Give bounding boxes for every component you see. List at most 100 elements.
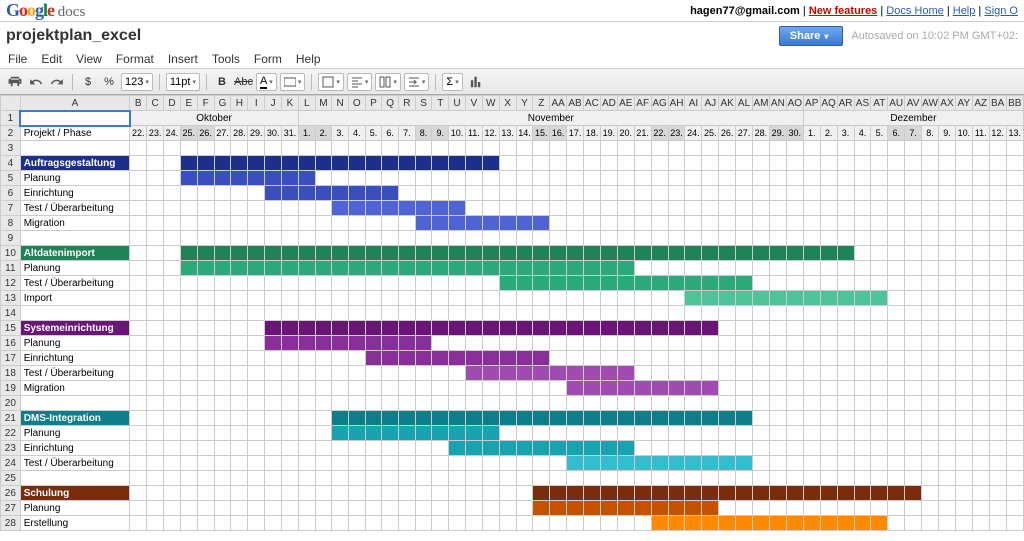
cell[interactable] <box>955 216 972 231</box>
cell[interactable] <box>147 186 164 201</box>
cell[interactable] <box>465 201 482 216</box>
cell[interactable] <box>432 336 449 351</box>
cell[interactable] <box>837 426 854 441</box>
cell[interactable] <box>905 141 922 156</box>
cell[interactable] <box>1006 141 1023 156</box>
cell[interactable] <box>550 186 567 201</box>
cell[interactable] <box>651 201 668 216</box>
cell[interactable] <box>315 441 332 456</box>
cell[interactable] <box>989 171 1006 186</box>
cell[interactable] <box>820 306 837 321</box>
cell[interactable] <box>1006 261 1023 276</box>
cell[interactable] <box>348 351 365 366</box>
cell[interactable] <box>769 396 786 411</box>
cell[interactable] <box>231 351 248 366</box>
cell[interactable] <box>465 216 482 231</box>
cell[interactable] <box>905 501 922 516</box>
cell[interactable] <box>922 471 939 486</box>
cell[interactable] <box>449 366 466 381</box>
cell[interactable] <box>449 186 466 201</box>
row-header[interactable]: 5 <box>1 171 21 186</box>
cell[interactable] <box>719 441 736 456</box>
cell[interactable] <box>651 246 668 261</box>
cell[interactable] <box>432 366 449 381</box>
cell[interactable] <box>365 306 382 321</box>
cell[interactable] <box>315 456 332 471</box>
cell[interactable] <box>922 156 939 171</box>
cell[interactable] <box>432 246 449 261</box>
cell[interactable] <box>298 456 315 471</box>
col-header[interactable]: Q <box>382 96 399 111</box>
cell[interactable] <box>248 306 265 321</box>
cell[interactable] <box>668 201 685 216</box>
cell[interactable] <box>550 441 567 456</box>
cell[interactable] <box>719 381 736 396</box>
cell[interactable] <box>465 471 482 486</box>
cell[interactable] <box>651 396 668 411</box>
cell[interactable] <box>820 396 837 411</box>
cell[interactable] <box>214 276 231 291</box>
cell[interactable] <box>752 171 769 186</box>
cell[interactable] <box>820 216 837 231</box>
cell[interactable] <box>685 321 702 336</box>
cell[interactable] <box>332 261 349 276</box>
cell[interactable] <box>685 171 702 186</box>
cell[interactable] <box>600 516 617 531</box>
cell[interactable] <box>820 471 837 486</box>
col-header[interactable]: P <box>365 96 382 111</box>
col-header[interactable]: E <box>180 96 197 111</box>
cell[interactable] <box>972 396 989 411</box>
cell[interactable] <box>482 516 499 531</box>
cell[interactable] <box>550 291 567 306</box>
cell[interactable] <box>465 321 482 336</box>
cell[interactable] <box>499 261 516 276</box>
cell[interactable] <box>820 381 837 396</box>
cell[interactable] <box>315 486 332 501</box>
cell[interactable] <box>651 171 668 186</box>
cell[interactable] <box>282 306 299 321</box>
col-header[interactable]: H <box>231 96 248 111</box>
cell[interactable] <box>567 411 584 426</box>
cell[interactable] <box>736 366 753 381</box>
cell[interactable] <box>668 276 685 291</box>
cell[interactable] <box>432 276 449 291</box>
cell[interactable] <box>634 351 651 366</box>
cell[interactable] <box>365 186 382 201</box>
day-header[interactable]: 11. <box>465 126 482 141</box>
cell[interactable] <box>465 501 482 516</box>
cell[interactable] <box>516 426 533 441</box>
cell[interactable] <box>922 201 939 216</box>
cell[interactable] <box>955 501 972 516</box>
cell[interactable] <box>130 456 147 471</box>
cell[interactable] <box>1006 411 1023 426</box>
cell[interactable] <box>769 441 786 456</box>
cell[interactable] <box>803 471 820 486</box>
cell[interactable] <box>769 291 786 306</box>
cell[interactable] <box>365 141 382 156</box>
cell[interactable] <box>922 381 939 396</box>
cell[interactable] <box>1006 186 1023 201</box>
menu-insert[interactable]: Insert <box>168 52 198 66</box>
cell[interactable] <box>820 231 837 246</box>
col-header[interactable]: Y <box>516 96 533 111</box>
cell[interactable] <box>180 396 197 411</box>
cell[interactable] <box>702 321 719 336</box>
cell[interactable] <box>315 291 332 306</box>
row-header[interactable]: 10 <box>1 246 21 261</box>
cell[interactable] <box>348 336 365 351</box>
cell[interactable] <box>584 381 601 396</box>
cell[interactable] <box>432 471 449 486</box>
cell[interactable] <box>449 246 466 261</box>
cell[interactable] <box>871 471 888 486</box>
row-header[interactable]: 13 <box>1 291 21 306</box>
cell[interactable] <box>415 501 432 516</box>
cell[interactable] <box>617 411 634 426</box>
cell[interactable] <box>265 381 282 396</box>
cell[interactable] <box>516 201 533 216</box>
cell[interactable] <box>567 186 584 201</box>
cell[interactable] <box>516 186 533 201</box>
cell[interactable] <box>550 141 567 156</box>
day-header[interactable]: 31. <box>282 126 299 141</box>
cell[interactable] <box>567 426 584 441</box>
cell[interactable] <box>499 291 516 306</box>
